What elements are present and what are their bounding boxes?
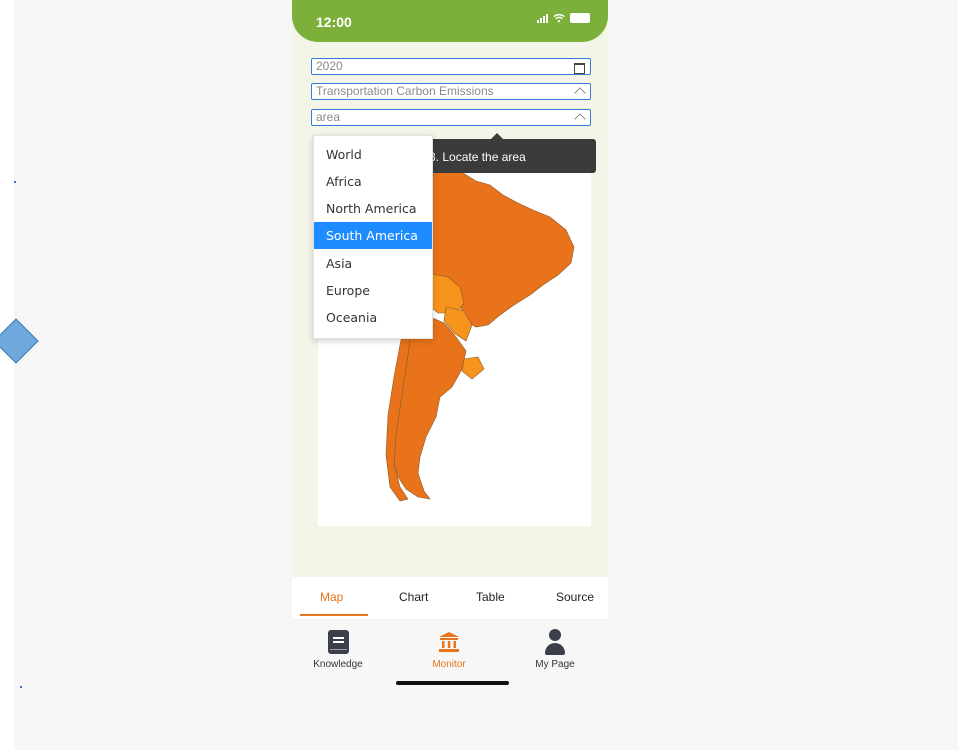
area-option-asia[interactable]: Asia xyxy=(314,250,432,277)
tab-map[interactable]: Map xyxy=(320,590,343,604)
indicator-select[interactable]: Transportation Carbon Emissions xyxy=(311,83,591,100)
area-option-south-america[interactable]: South America xyxy=(314,222,432,249)
wifi-icon xyxy=(553,13,565,23)
chevron-up-icon xyxy=(574,87,586,99)
active-tab-indicator xyxy=(300,614,368,616)
view-tabs: Map Chart Table Source xyxy=(292,577,608,619)
indicator-value: Transportation Carbon Emissions xyxy=(316,84,494,98)
area-option-world[interactable]: World xyxy=(314,141,432,168)
bank-icon xyxy=(439,632,459,652)
year-picker[interactable]: 2020 xyxy=(311,58,591,75)
phone-screen: 12:00 2020 Transportation Carbon Emissio… xyxy=(292,0,608,690)
calendar-icon xyxy=(574,63,585,74)
status-icons xyxy=(537,13,590,23)
area-dropdown[interactable]: World Africa North America South America… xyxy=(313,135,433,339)
year-value: 2020 xyxy=(316,59,343,73)
chevron-up-icon xyxy=(574,113,586,125)
area-option-north-america[interactable]: North America xyxy=(314,195,432,222)
tab-source[interactable]: Source xyxy=(556,590,594,604)
nav-my-page-label: My Page xyxy=(535,659,575,670)
marker-dot xyxy=(20,686,22,688)
tooltip-text: 3. Locate the area xyxy=(429,150,526,164)
nav-knowledge-label: Knowledge xyxy=(313,659,363,670)
tab-chart[interactable]: Chart xyxy=(399,590,428,604)
area-option-europe[interactable]: Europe xyxy=(314,277,432,304)
next-arrow-shape[interactable] xyxy=(0,318,39,364)
book-icon xyxy=(328,630,349,654)
signal-icon xyxy=(537,13,548,23)
status-bar: 12:00 xyxy=(292,0,608,42)
marker-dot xyxy=(14,181,16,183)
tab-table[interactable]: Table xyxy=(476,590,505,604)
area-select[interactable]: area xyxy=(311,109,591,126)
tooltip-arrow xyxy=(491,133,503,139)
bottom-nav: Knowledge Monitor My Page xyxy=(292,620,608,690)
area-option-africa[interactable]: Africa xyxy=(314,168,432,195)
region-uruguay[interactable] xyxy=(461,356,485,380)
person-icon xyxy=(544,629,566,655)
status-time: 12:00 xyxy=(316,14,352,30)
nav-monitor-label: Monitor xyxy=(432,659,466,670)
home-indicator xyxy=(396,681,509,685)
area-value: area xyxy=(316,110,341,124)
battery-icon xyxy=(570,13,590,23)
area-option-oceania[interactable]: Oceania xyxy=(314,304,432,331)
